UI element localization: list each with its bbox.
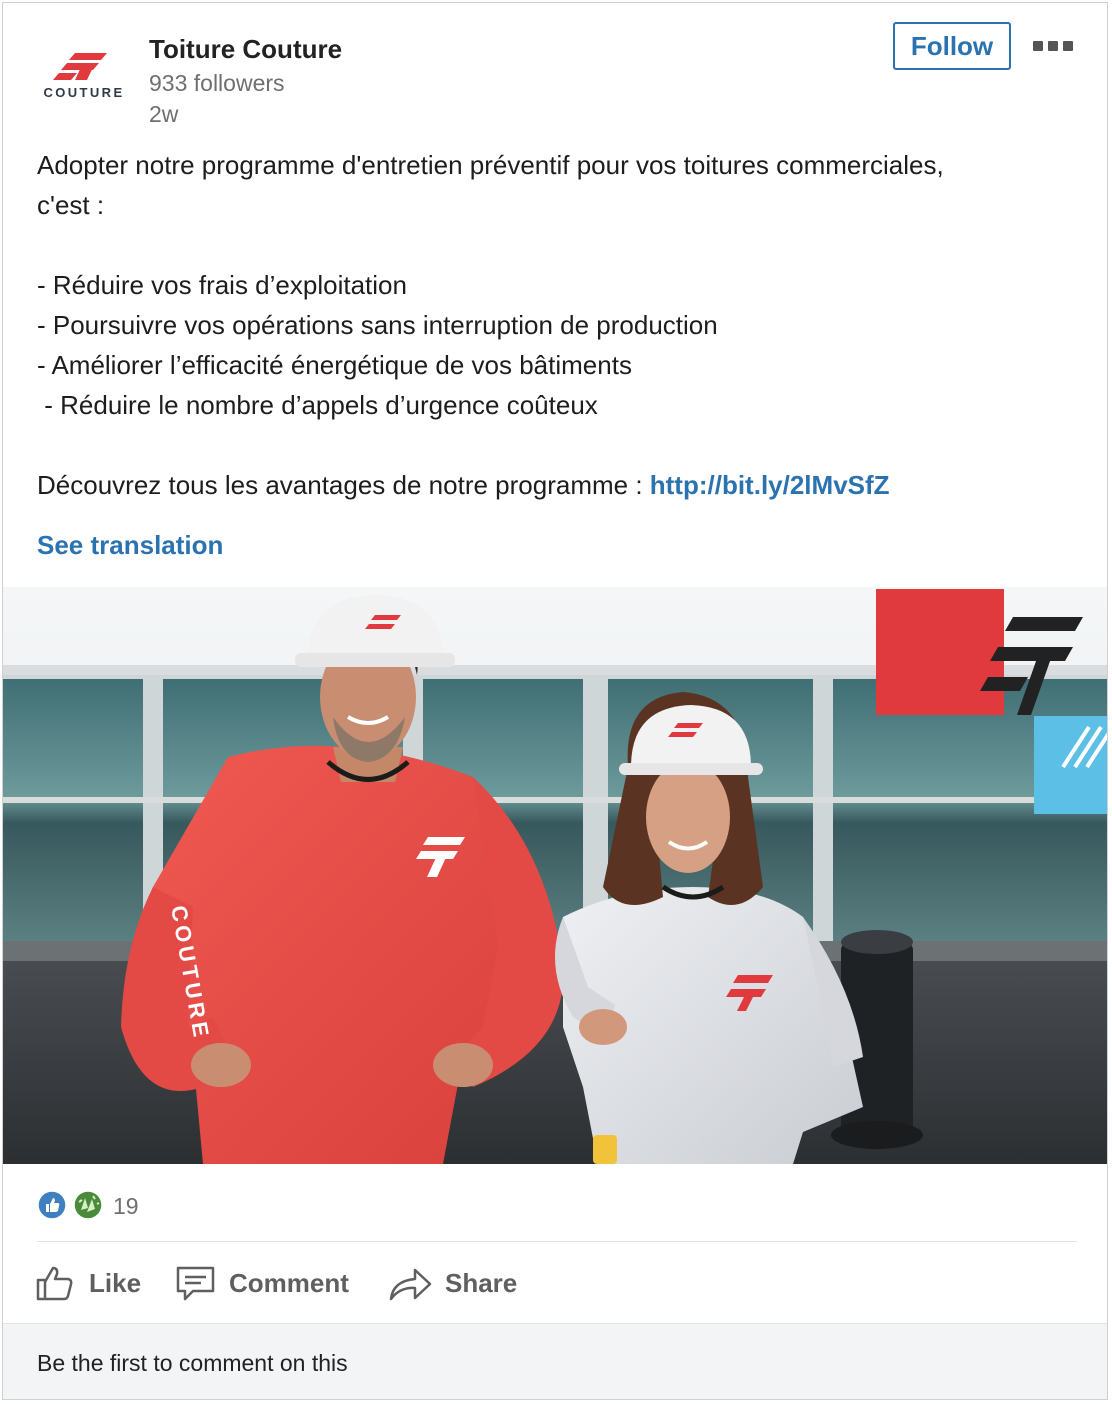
post-timestamp: 2w xyxy=(149,101,179,127)
more-options-icon[interactable] xyxy=(1029,37,1077,57)
logo-wordmark: COUTURE xyxy=(43,85,125,100)
post-line xyxy=(37,425,1087,465)
first-comment-prompt: Be the first to comment on this xyxy=(37,1350,348,1376)
divider xyxy=(37,1241,1077,1242)
reaction-count: 19 xyxy=(113,1193,139,1219)
post-body: Adopter notre programme d'entretien prév… xyxy=(37,145,1087,505)
share-label: Share xyxy=(445,1268,518,1298)
program-link[interactable]: http://bit.ly/2lMvSfZ xyxy=(650,470,890,500)
like-button[interactable]: Like xyxy=(35,1259,151,1309)
post-line: Adopter notre programme d'entretien prév… xyxy=(37,150,944,180)
share-button[interactable]: Share xyxy=(387,1259,527,1309)
two-workers-in-hard-hats-photo: COUTURE xyxy=(3,587,1107,1164)
share-arrow-icon xyxy=(389,1268,432,1301)
comment-icon xyxy=(176,1266,215,1301)
like-reaction-icon xyxy=(37,1190,67,1220)
post-card: COUTURE Toiture Couture 933 followers 2w… xyxy=(2,2,1108,1400)
post-line: c'est : xyxy=(37,190,105,220)
post-line: - Réduire le nombre d’appels d’urgence c… xyxy=(37,390,598,420)
company-logo[interactable]: COUTURE xyxy=(37,51,131,107)
company-name[interactable]: Toiture Couture xyxy=(149,34,342,65)
follow-button[interactable]: Follow xyxy=(893,22,1011,70)
post-line: - Poursuivre vos opérations sans interru… xyxy=(37,310,718,340)
comment-button[interactable]: Comment xyxy=(175,1259,365,1309)
post-image[interactable]: COUTURE xyxy=(3,587,1107,1164)
thumbs-up-icon xyxy=(36,1266,73,1301)
post-line: - Améliorer l’efficacité énergétique de … xyxy=(37,350,632,380)
couture-logo-icon xyxy=(53,53,107,80)
comment-label: Comment xyxy=(229,1268,349,1298)
post-line: - Réduire vos frais d’exploitation xyxy=(37,270,407,300)
post-line: Découvrez tous les avantages de notre pr… xyxy=(37,470,650,500)
follower-count: 933 followers xyxy=(149,70,285,96)
comments-section[interactable]: Be the first to comment on this xyxy=(3,1323,1107,1399)
post-line xyxy=(37,225,1087,265)
post-line-with-link: Découvrez tous les avantages de notre pr… xyxy=(37,465,1087,505)
celebrate-reaction-icon xyxy=(73,1190,103,1220)
see-translation-link[interactable]: See translation xyxy=(37,530,223,561)
like-label: Like xyxy=(89,1268,142,1298)
